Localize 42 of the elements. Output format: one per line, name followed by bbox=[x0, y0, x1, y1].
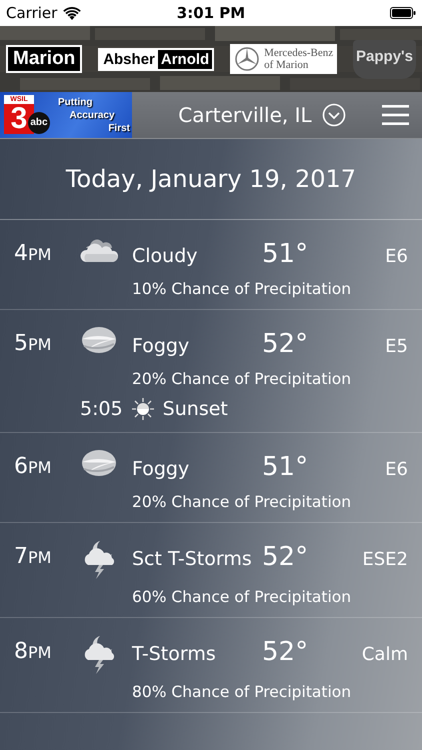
hour-label: 8PM bbox=[14, 638, 52, 666]
wind-label: ESE2 bbox=[362, 548, 408, 572]
condition-label: Foggy bbox=[132, 334, 190, 359]
wifi-icon bbox=[63, 6, 82, 20]
hour-label: 6PM bbox=[14, 453, 52, 481]
condition-label: Sct T-Storms bbox=[132, 547, 253, 572]
temperature: 51° bbox=[262, 453, 310, 481]
wind-label: E6 bbox=[385, 245, 408, 269]
precipitation-label: 10% Chance of Precipitation bbox=[132, 280, 352, 298]
fog-icon bbox=[80, 326, 118, 354]
precipitation-label: 80% Chance of Precipitation bbox=[132, 683, 352, 701]
wind-label: Calm bbox=[362, 643, 408, 667]
battery-icon bbox=[390, 7, 416, 19]
sponsor-logo[interactable]: Marion bbox=[6, 45, 82, 73]
precipitation-label: 60% Chance of Precipitation bbox=[132, 588, 352, 606]
event-time: 5:05 bbox=[80, 398, 123, 420]
event-label: Sunset bbox=[162, 398, 228, 420]
condition-label: Cloudy bbox=[132, 244, 199, 269]
precipitation-label: 20% Chance of Precipitation bbox=[132, 493, 352, 511]
condition-label: Foggy bbox=[132, 457, 190, 482]
wind-label: E6 bbox=[385, 458, 408, 482]
sponsor-logo[interactable]: Absher Arnold bbox=[98, 48, 214, 70]
date-heading: Today, January 19, 2017 bbox=[0, 139, 422, 220]
wind-label: E5 bbox=[385, 335, 408, 359]
sponsor-logo[interactable]: Pappy's bbox=[353, 40, 416, 78]
sponsor-logo[interactable]: Mercedes-Benz of Marion bbox=[230, 44, 338, 74]
sunset-icon bbox=[130, 397, 155, 421]
clock-time: 3:01 PM bbox=[176, 4, 246, 22]
hour-label: 7PM bbox=[14, 543, 52, 571]
precipitation-label: 20% Chance of Precipitation bbox=[132, 370, 352, 388]
temperature: 52° bbox=[262, 638, 310, 666]
temperature: 52° bbox=[262, 543, 310, 571]
hour-label: 4PM bbox=[14, 240, 52, 268]
fog-icon bbox=[80, 449, 118, 477]
hour-label: 5 PM bbox=[14, 330, 52, 358]
dropdown-icon[interactable] bbox=[322, 103, 346, 127]
temperature: 52° bbox=[262, 330, 310, 358]
temperature: 51° bbox=[262, 240, 310, 268]
menu-icon[interactable] bbox=[382, 105, 409, 125]
carrier-label: Carrier bbox=[6, 4, 58, 22]
condition-label: T-Storms bbox=[132, 642, 217, 667]
location-selector[interactable]: Carterville, IL bbox=[178, 103, 312, 127]
